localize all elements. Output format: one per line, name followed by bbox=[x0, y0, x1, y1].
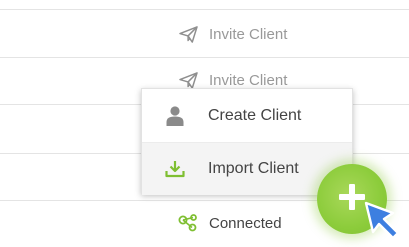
import-client-label: Import Client bbox=[208, 160, 299, 177]
invite-client-label: Invite Client bbox=[209, 71, 288, 89]
share-nodes-icon bbox=[178, 214, 198, 232]
row-divider bbox=[0, 9, 409, 10]
invite-client-label: Invite Client bbox=[209, 25, 288, 43]
invite-client-link[interactable]: Invite Client bbox=[178, 23, 287, 45]
user-icon bbox=[164, 105, 186, 127]
connected-status: Connected bbox=[178, 212, 282, 234]
paper-plane-icon bbox=[178, 25, 198, 43]
client-list: Invite Client Invite Client Connected Cr… bbox=[0, 0, 409, 247]
connected-status-label: Connected bbox=[209, 214, 282, 232]
download-icon bbox=[164, 158, 186, 180]
row-divider bbox=[0, 57, 409, 58]
create-client-label: Create Client bbox=[208, 106, 302, 124]
paper-plane-icon bbox=[178, 71, 198, 89]
mouse-pointer-icon bbox=[362, 200, 404, 244]
create-client-menu-item[interactable]: Create Client bbox=[142, 89, 352, 142]
